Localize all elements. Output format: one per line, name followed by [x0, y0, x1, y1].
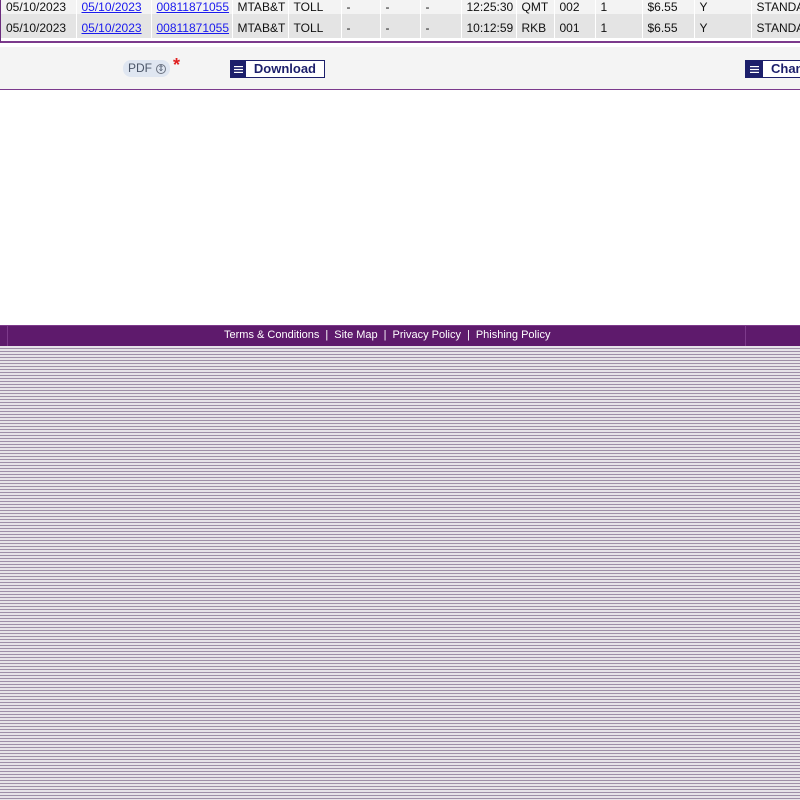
format-select[interactable]: PDF ⇕	[123, 60, 170, 77]
table-row: 05/10/2023 05/10/2023 00811871055 MTAB&T…	[1, 14, 800, 38]
tag-number-link[interactable]: 00811871055	[157, 21, 230, 35]
class-cell: 1	[595, 14, 643, 38]
tag-number-link[interactable]: 00811871055	[157, 0, 230, 14]
dash-cell: -	[420, 0, 462, 14]
time-cell: 10:12:59	[461, 14, 517, 38]
footer-link-privacy[interactable]: Privacy Policy	[393, 329, 461, 341]
time-cell: 12:25:30	[461, 0, 517, 14]
tag-number-cell: 00811871055	[151, 14, 233, 38]
footer-bar: Terms & Conditions | Site Map | Privacy Poli…	[0, 325, 800, 346]
type-cell: TOLL	[288, 0, 342, 14]
table-row: 05/10/2023 05/10/2023 00811871055 MTAB&T…	[1, 0, 800, 14]
footer-divider	[745, 326, 746, 346]
class-cell: 1	[595, 0, 643, 14]
txn-date-cell: 05/10/2023	[76, 14, 152, 38]
footer-link-phishing[interactable]: Phishing Policy	[476, 329, 551, 341]
plan-cell: STANDA	[751, 0, 800, 14]
amount-cell: $6.55	[642, 0, 695, 14]
dash-cell: -	[341, 0, 381, 14]
list-icon	[231, 61, 246, 77]
txn-date-cell: 05/10/2023	[76, 0, 152, 14]
type-cell: TOLL	[288, 14, 342, 38]
plaza-cell: RKB	[516, 14, 555, 38]
dash-cell: -	[341, 14, 381, 38]
download-button-label: Download	[253, 61, 316, 76]
dash-cell: -	[380, 0, 421, 14]
tag-number-cell: 00811871055	[151, 0, 233, 14]
plan-cell: STANDA	[751, 14, 800, 38]
flag-cell: Y	[694, 0, 752, 14]
striped-background	[0, 346, 800, 800]
chevron-up-down-icon: ⇕	[156, 63, 166, 74]
txn-date-link[interactable]: 05/10/2023	[82, 0, 142, 14]
txn-date-link[interactable]: 05/10/2023	[82, 21, 142, 35]
format-select-value: PDF	[128, 61, 152, 75]
footer-separator: |	[466, 329, 470, 341]
posted-date-cell: 05/10/2023	[1, 0, 77, 14]
required-marker: *	[173, 55, 181, 75]
plaza-cell: QMT	[516, 0, 555, 14]
transactions-table: 05/10/2023 05/10/2023 00811871055 MTAB&T…	[1, 0, 800, 38]
flag-cell: Y	[694, 14, 752, 38]
dash-cell: -	[380, 14, 421, 38]
transactions-table-container: 05/10/2023 05/10/2023 00811871055 MTAB&T…	[0, 0, 800, 43]
footer-separator: |	[383, 329, 387, 341]
posted-date-cell: 05/10/2023	[1, 14, 77, 38]
list-icon	[746, 61, 763, 77]
footer-separator: |	[325, 329, 329, 341]
lane-cell: 001	[554, 14, 596, 38]
footer-links: Terms & Conditions | Site Map | Privacy Poli…	[224, 329, 550, 341]
lane-cell: 002	[554, 0, 596, 14]
action-bar: PDF ⇕ * Download Chan	[0, 47, 800, 90]
agency-cell: MTAB&T	[232, 0, 289, 14]
footer-link-site-map[interactable]: Site Map	[334, 329, 377, 341]
change-button[interactable]: Chan	[745, 60, 800, 78]
download-button[interactable]: Download	[230, 60, 325, 78]
amount-cell: $6.55	[642, 14, 695, 38]
change-button-label: Chan	[771, 61, 800, 76]
agency-cell: MTAB&T	[232, 14, 289, 38]
footer-divider	[7, 326, 8, 346]
footer-link-terms[interactable]: Terms & Conditions	[224, 329, 319, 341]
dash-cell: -	[420, 14, 462, 38]
